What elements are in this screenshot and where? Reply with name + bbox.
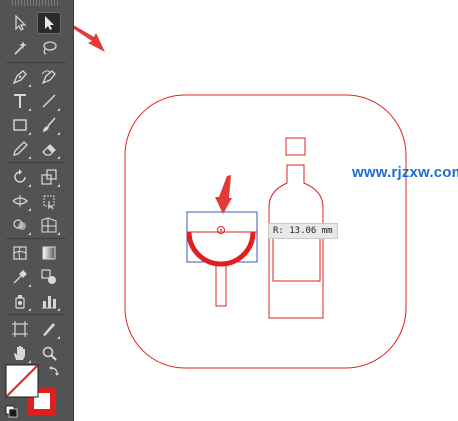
watermark-text: www.rjzxw.com — [352, 164, 458, 181]
tool-flyout-indicator — [57, 232, 60, 235]
pencil-tool[interactable] — [8, 138, 32, 160]
slice-tool[interactable] — [37, 318, 61, 340]
tool-flyout-indicator — [28, 284, 31, 287]
separator — [6, 62, 66, 63]
tool-flyout-indicator — [28, 132, 31, 135]
type-icon — [14, 94, 26, 108]
eyedropper-tool[interactable] — [8, 266, 32, 288]
lasso-tool[interactable] — [37, 37, 61, 59]
width-tool[interactable] — [8, 190, 32, 212]
tool-flyout-indicator — [57, 308, 60, 311]
tool-flyout-indicator — [28, 156, 31, 159]
paintbrush-tool[interactable] — [37, 114, 61, 136]
free-transform-icon — [43, 195, 55, 210]
artwork — [74, 25, 407, 369]
pencil-icon — [13, 141, 28, 156]
tool-flyout-indicator — [28, 84, 31, 87]
radius-measure-tooltip: R: 13.06 mm — [268, 223, 338, 239]
lasso-icon — [43, 41, 57, 55]
zoom-icon — [42, 346, 57, 361]
separator — [6, 314, 66, 315]
gradient-icon — [42, 246, 56, 260]
tool-flyout-indicator — [28, 108, 31, 111]
rectangle-icon — [13, 119, 27, 131]
rotate-icon — [14, 169, 26, 183]
rectangle-tool[interactable] — [8, 114, 32, 136]
separator — [6, 238, 66, 239]
eraser-tool[interactable] — [37, 138, 61, 160]
mesh-icon — [13, 246, 27, 260]
pen-tool[interactable] — [8, 66, 32, 88]
type-tool[interactable] — [8, 90, 32, 112]
curvature-tool[interactable] — [37, 66, 61, 88]
tool-flyout-indicator — [28, 308, 31, 311]
annotation-arrow-glass — [215, 175, 232, 214]
bottle-body[interactable] — [268, 164, 324, 319]
eyedropper-icon — [13, 270, 27, 284]
hand-tool[interactable] — [8, 342, 32, 364]
line-icon — [42, 94, 56, 108]
magic-wand-tool[interactable] — [8, 37, 32, 59]
artboard-tool[interactable] — [8, 318, 32, 340]
fill-stroke-widget — [5, 364, 59, 418]
glass-bowl[interactable] — [186, 231, 256, 267]
rotate-tool[interactable] — [8, 166, 32, 188]
tool-flyout-indicator — [57, 184, 60, 187]
shape-builder-tool[interactable] — [8, 214, 32, 236]
glass-stem[interactable] — [215, 261, 227, 307]
icon-rounded-square[interactable] — [124, 94, 407, 369]
brush-icon — [43, 117, 56, 132]
line-tool[interactable] — [37, 90, 61, 112]
eraser-icon — [42, 144, 56, 156]
column-graph-tool[interactable] — [37, 290, 61, 312]
hand-icon — [14, 346, 25, 360]
blend-tool[interactable] — [37, 266, 61, 288]
artboard-icon — [12, 321, 28, 337]
symbol-sprayer-icon — [15, 295, 25, 309]
separator — [6, 162, 66, 163]
tools-panel — [0, 0, 74, 421]
bottle-cap[interactable] — [285, 137, 306, 156]
arrow-icon — [15, 14, 27, 31]
free-transform-tool[interactable] — [37, 190, 61, 212]
slice-icon — [43, 323, 55, 336]
width-icon — [12, 195, 28, 207]
tool-flyout-indicator — [28, 184, 31, 187]
artboard-canvas[interactable] — [74, 0, 458, 421]
magic-wand-icon — [14, 41, 27, 55]
mesh-tool[interactable] — [8, 242, 32, 264]
selection-tool[interactable] — [8, 12, 32, 34]
curvature-icon — [41, 70, 56, 85]
tool-flyout-indicator — [57, 132, 60, 135]
shape-builder-icon — [13, 219, 26, 230]
perspective-grid-tool[interactable] — [37, 214, 61, 236]
blend-icon — [41, 269, 56, 284]
annotation-arrow-toolbar — [74, 25, 105, 52]
panel-grip[interactable] — [12, 0, 60, 6]
scale-tool[interactable] — [37, 166, 61, 188]
pen-icon — [12, 70, 27, 85]
direct-arrow-icon — [45, 16, 54, 30]
symbol-sprayer-tool[interactable] — [8, 290, 32, 312]
gradient-tool[interactable] — [37, 242, 61, 264]
tool-flyout-indicator — [28, 232, 31, 235]
column-graph-icon — [42, 296, 56, 309]
tool-flyout-indicator — [57, 156, 60, 159]
scale-icon — [41, 169, 57, 185]
tool-flyout-indicator — [28, 208, 31, 211]
perspective-grid-icon — [41, 217, 57, 233]
tool-flyout-indicator — [57, 336, 60, 339]
tool-flyout-indicator — [57, 108, 60, 111]
direct-selection-tool[interactable] — [37, 12, 61, 34]
zoom-tool[interactable] — [37, 342, 61, 364]
